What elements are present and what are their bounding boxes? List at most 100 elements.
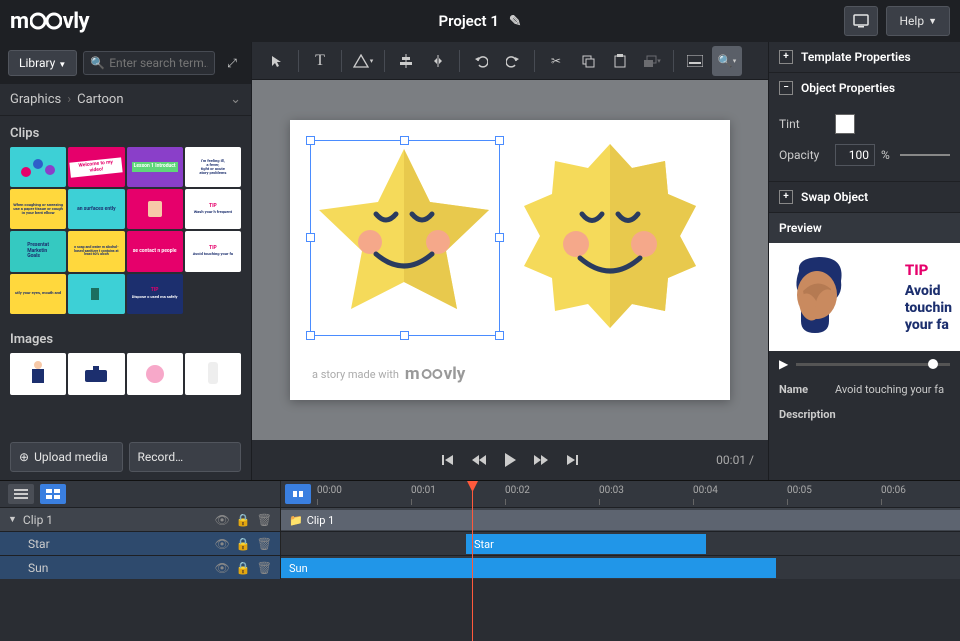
row-label[interactable]: Sun bbox=[28, 561, 48, 575]
trash-icon[interactable]: 🗑 bbox=[257, 537, 272, 551]
clip-thumb[interactable]: TIPDispose o used ma safely bbox=[127, 274, 183, 314]
clip-thumb[interactable]: an surfaces ently bbox=[68, 189, 124, 229]
image-thumb[interactable] bbox=[185, 353, 241, 395]
resize-handle[interactable] bbox=[306, 136, 315, 145]
rewind-icon[interactable] bbox=[471, 453, 487, 467]
expand-icon: + bbox=[779, 190, 793, 204]
copy-icon[interactable] bbox=[573, 46, 603, 76]
help-button[interactable]: Help▼ bbox=[886, 6, 950, 36]
row-label[interactable]: Clip 1 bbox=[23, 513, 53, 527]
breadcrumb-dropdown-icon[interactable]: ⌄ bbox=[230, 92, 241, 107]
image-thumb[interactable] bbox=[127, 353, 183, 395]
eye-icon[interactable]: 👁 bbox=[215, 561, 230, 575]
resize-handle[interactable] bbox=[400, 136, 409, 145]
clip-thumb[interactable]: PresentatMarketinGoals bbox=[10, 231, 66, 271]
sun-object[interactable] bbox=[500, 126, 720, 346]
clip-thumb[interactable]: utly your eyes, mouth and bbox=[10, 274, 66, 314]
search-input[interactable] bbox=[109, 56, 208, 70]
resize-handle[interactable] bbox=[306, 331, 315, 340]
object-props-header[interactable]: − Object Properties bbox=[769, 73, 960, 103]
upload-media-button[interactable]: ⊕Upload media bbox=[10, 442, 123, 472]
resize-handle[interactable] bbox=[495, 233, 504, 242]
clip-thumb[interactable]: Lesson 1 Introduct bbox=[127, 147, 183, 187]
clip-thumb[interactable]: se contact n people bbox=[127, 231, 183, 271]
trash-icon[interactable]: 🗑 bbox=[257, 561, 272, 575]
cut-icon[interactable]: ✂ bbox=[541, 46, 571, 76]
search-box[interactable]: 🔍 bbox=[83, 51, 215, 75]
timeline-ruler[interactable]: 00:0000:0100:0200:0300:0400:0500:0600:07 bbox=[280, 481, 960, 507]
pointer-tool-icon[interactable] bbox=[262, 46, 292, 76]
opacity-input[interactable] bbox=[835, 144, 875, 166]
eye-icon[interactable]: 👁 bbox=[215, 513, 230, 527]
zoom-icon[interactable]: 🔍▾ bbox=[712, 46, 742, 76]
timeline-mode-grid-icon[interactable] bbox=[40, 484, 66, 504]
clip-thumb[interactable]: Welcome to my video! bbox=[68, 147, 124, 187]
chevron-down-icon[interactable]: ▼ bbox=[8, 514, 17, 525]
text-tool-icon[interactable]: T bbox=[305, 46, 335, 76]
undo-icon[interactable] bbox=[466, 46, 496, 76]
breadcrumb-item[interactable]: Cartoon bbox=[77, 92, 123, 107]
image-thumb[interactable] bbox=[10, 353, 66, 395]
ruler-tick: 00:06 bbox=[881, 485, 906, 496]
timeline-mode-list-icon[interactable] bbox=[8, 484, 34, 504]
breadcrumb-item[interactable]: Graphics bbox=[10, 92, 61, 107]
resize-handle[interactable] bbox=[400, 331, 409, 340]
tint-swatch[interactable] bbox=[835, 114, 855, 134]
canvas-stage[interactable]: a story made with mvly bbox=[252, 80, 768, 440]
clip-thumb[interactable]: TIPAvoid touching your fa bbox=[185, 231, 241, 271]
clip-thumb[interactable]: I'm feeling ill,a fever,tight or acuteat… bbox=[185, 147, 241, 187]
canvas[interactable]: a story made with mvly bbox=[290, 120, 730, 400]
flip-icon[interactable] bbox=[423, 46, 453, 76]
edit-title-icon[interactable]: ✎ bbox=[509, 12, 522, 30]
resize-handle[interactable] bbox=[306, 233, 315, 242]
expand-icon[interactable]: ⤢ bbox=[221, 52, 243, 74]
canvas-toolbar: T ▾ ✂ ▾ 🔍▾ bbox=[252, 42, 768, 80]
snap-icon[interactable] bbox=[285, 484, 311, 504]
swap-object-header[interactable]: + Swap Object bbox=[769, 182, 960, 212]
align-center-icon[interactable] bbox=[391, 46, 421, 76]
clip-thumb[interactable] bbox=[127, 189, 183, 229]
opacity-slider[interactable] bbox=[900, 154, 950, 156]
image-thumb[interactable] bbox=[68, 353, 124, 395]
preview-slider[interactable] bbox=[796, 363, 950, 366]
forward-icon[interactable] bbox=[533, 453, 549, 467]
clip-thumb[interactable]: TIPWash your h frequent bbox=[185, 189, 241, 229]
clip-thumb[interactable] bbox=[10, 147, 66, 187]
subtitle-icon[interactable] bbox=[680, 46, 710, 76]
chevron-down-icon: ▼ bbox=[928, 16, 937, 27]
selection-box[interactable] bbox=[310, 140, 500, 336]
redo-icon[interactable] bbox=[498, 46, 528, 76]
shape-tool-icon[interactable]: ▾ bbox=[348, 46, 378, 76]
timeline-bar[interactable]: Sun bbox=[281, 558, 776, 578]
timeline-header-left bbox=[0, 481, 280, 507]
meta-desc-row: Description bbox=[769, 402, 960, 427]
trash-icon[interactable]: 🗑 bbox=[257, 513, 272, 527]
lock-icon[interactable]: 🔒 bbox=[236, 537, 251, 551]
resize-handle[interactable] bbox=[495, 136, 504, 145]
preview-button[interactable] bbox=[844, 6, 878, 36]
library-button[interactable]: Library ▼ bbox=[8, 50, 77, 76]
layers-icon[interactable]: ▾ bbox=[637, 46, 667, 76]
eye-icon[interactable]: 👁 bbox=[215, 537, 230, 551]
lock-icon[interactable]: 🔒 bbox=[236, 561, 251, 575]
skip-end-icon[interactable] bbox=[565, 453, 579, 467]
resize-handle[interactable] bbox=[495, 331, 504, 340]
paste-icon[interactable] bbox=[605, 46, 635, 76]
preview-play-icon[interactable]: ▶ bbox=[779, 357, 788, 371]
row-label[interactable]: Star bbox=[28, 537, 50, 551]
template-props-header[interactable]: + Template Properties bbox=[769, 42, 960, 72]
timeline-bar[interactable]: 📁Clip 1 bbox=[281, 510, 960, 530]
time-display: 00:01 / bbox=[716, 453, 754, 467]
clip-thumb[interactable]: n soap and water m alcohol-based sanitiz… bbox=[68, 231, 124, 271]
canvas-area: T ▾ ✂ ▾ 🔍▾ bbox=[252, 42, 768, 480]
clip-thumb[interactable] bbox=[68, 274, 124, 314]
clip-thumb[interactable]: When coughing or sneezing use a paper ti… bbox=[10, 189, 66, 229]
record-button[interactable]: Record… bbox=[129, 442, 242, 472]
lock-icon[interactable]: 🔒 bbox=[236, 513, 251, 527]
playhead[interactable] bbox=[472, 481, 473, 641]
play-icon[interactable] bbox=[503, 452, 517, 468]
topbar-right: Help▼ bbox=[844, 6, 950, 36]
timeline-bar[interactable]: Star bbox=[466, 534, 706, 554]
skip-start-icon[interactable] bbox=[441, 453, 455, 467]
chevron-right-icon: › bbox=[67, 92, 71, 107]
